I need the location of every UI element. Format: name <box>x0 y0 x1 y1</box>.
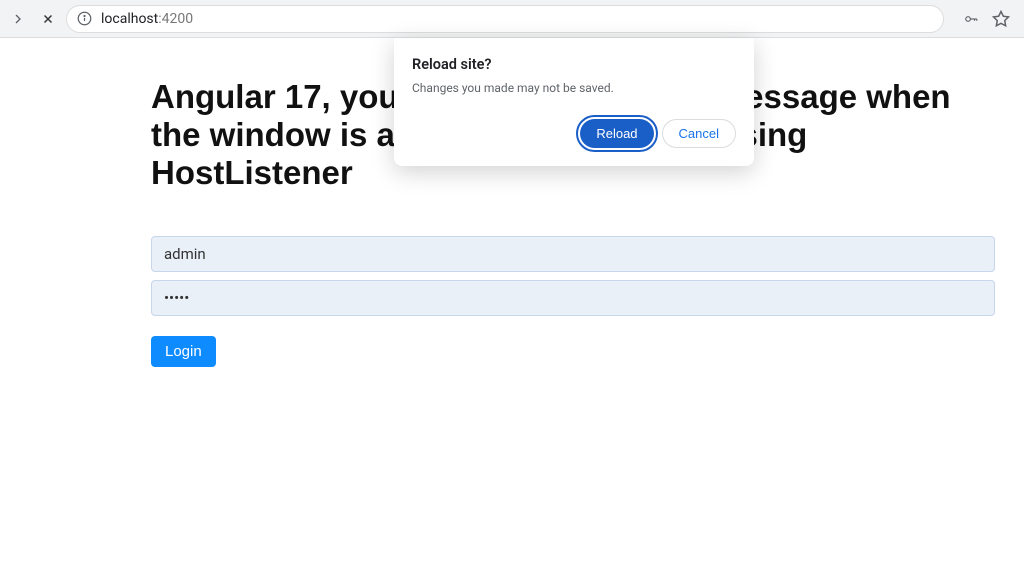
close-icon[interactable] <box>40 11 56 27</box>
nav-controls <box>8 11 56 27</box>
reload-button[interactable]: Reload <box>580 119 653 148</box>
url-port: :4200 <box>158 11 193 27</box>
toolbar-right <box>962 10 1016 28</box>
dialog-actions: Reload Cancel <box>412 119 736 148</box>
cancel-button[interactable]: Cancel <box>662 119 736 148</box>
url-host: localhost <box>101 11 158 27</box>
forward-icon[interactable] <box>10 11 26 27</box>
login-button[interactable]: Login <box>151 336 216 367</box>
star-icon[interactable] <box>992 10 1010 28</box>
reload-dialog: Reload site? Changes you made may not be… <box>394 38 754 166</box>
dialog-message: Changes you made may not be saved. <box>412 81 736 95</box>
username-input[interactable] <box>151 236 995 272</box>
password-input[interactable] <box>151 280 995 316</box>
address-bar[interactable]: localhost:4200 <box>66 5 944 33</box>
url-text: localhost:4200 <box>101 11 193 27</box>
key-icon[interactable] <box>962 10 980 28</box>
dialog-title: Reload site? <box>412 56 736 73</box>
browser-chrome: localhost:4200 <box>0 0 1024 38</box>
info-icon[interactable] <box>77 11 93 27</box>
